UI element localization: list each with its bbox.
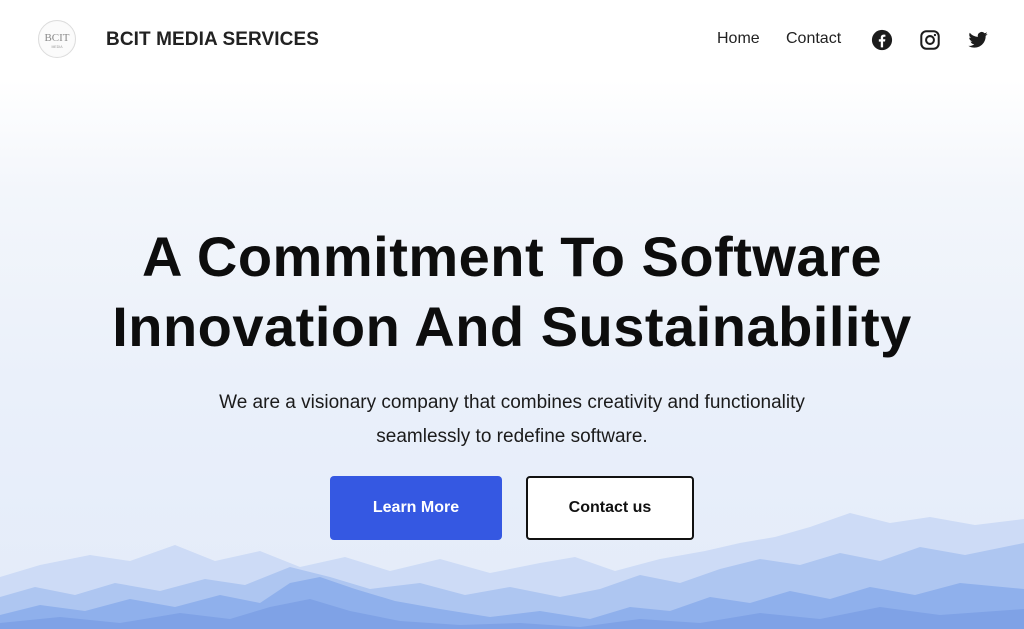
contact-us-button[interactable]: Contact us — [526, 476, 694, 540]
facebook-icon[interactable] — [870, 28, 893, 51]
svg-text:BCIT: BCIT — [44, 32, 69, 44]
hero-title: A Commitment To Software Innovation And … — [0, 222, 1024, 362]
mountain-background — [0, 513, 1024, 629]
svg-text:MEDIA: MEDIA — [51, 45, 63, 49]
hero-subtitle: We are a visionary company that combines… — [162, 386, 862, 454]
learn-more-button[interactable]: Learn More — [330, 476, 502, 540]
page: BCIT MEDIA BCIT MEDIA SERVICES Home Cont… — [0, 0, 1024, 629]
nav-contact-link[interactable]: Contact — [786, 30, 841, 48]
instagram-icon[interactable] — [918, 28, 941, 51]
hero-section: A Commitment To Software Innovation And … — [0, 80, 1024, 629]
site-header: BCIT MEDIA BCIT MEDIA SERVICES Home Cont… — [0, 0, 1024, 80]
site-logo[interactable]: BCIT MEDIA — [38, 20, 76, 58]
site-title[interactable]: BCIT MEDIA SERVICES — [106, 29, 319, 51]
hero-subtitle-line-2: seamlessly to redefine software. — [376, 426, 648, 447]
logo-mark-icon: BCIT MEDIA — [40, 22, 74, 56]
twitter-icon[interactable] — [966, 28, 989, 51]
hero-title-line-2: Innovation And Sustainability — [112, 295, 912, 358]
nav-home-link[interactable]: Home — [717, 30, 760, 48]
hero-title-line-1: A Commitment To Software — [141, 225, 883, 288]
hero-subtitle-line-1: We are a visionary company that combines… — [219, 392, 805, 413]
